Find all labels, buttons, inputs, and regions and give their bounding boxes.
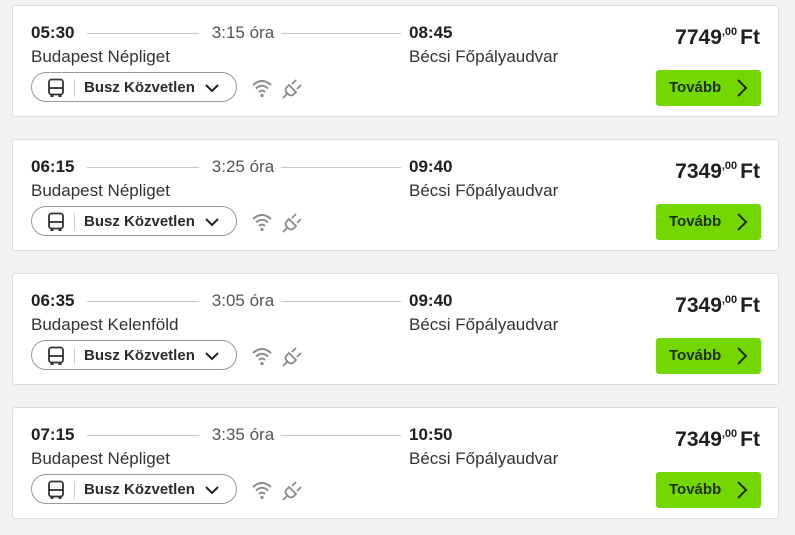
wifi-icon: [252, 482, 272, 500]
timeline-line: [87, 167, 199, 168]
ride-card[interactable]: 05:30 3:15 óra 08:45 Budapest Népliget B…: [12, 5, 779, 117]
transport-label: Busz Közvetlen: [84, 481, 195, 498]
departure-time: 06:15: [31, 157, 75, 176]
next-button[interactable]: Tovább: [656, 472, 761, 508]
price-currency: Ft: [740, 26, 760, 49]
chevron-down-icon: [205, 84, 219, 93]
next-label: Tovább: [669, 481, 722, 498]
divider: [74, 481, 75, 499]
departure-station: Budapest Népliget: [31, 181, 170, 200]
divider: [74, 79, 75, 97]
duration: 3:35 óra: [211, 425, 275, 444]
price: 7349,00 Ft: [675, 160, 760, 184]
divider: [74, 347, 75, 365]
arrival-station: Bécsi Főpályaudvar: [409, 315, 559, 334]
chevron-down-icon: [205, 352, 219, 361]
wifi-icon: [252, 80, 272, 98]
next-button[interactable]: Tovább: [656, 338, 761, 374]
transport-label: Busz Közvetlen: [84, 79, 195, 96]
power-plug-icon: [282, 481, 302, 501]
bus-icon: [48, 346, 64, 365]
transport-label: Busz Közvetlen: [84, 347, 195, 364]
price-main: 7749: [675, 26, 722, 49]
divider: [74, 213, 75, 231]
arrival-time: 09:40: [409, 157, 453, 176]
departure-station: Budapest Népliget: [31, 449, 170, 468]
arrival-time: 09:40: [409, 291, 453, 310]
duration: 3:15 óra: [211, 23, 275, 42]
next-label: Tovább: [669, 79, 722, 96]
power-plug-icon: [282, 79, 302, 99]
chevron-down-icon: [205, 486, 219, 495]
transport-type-dropdown[interactable]: Busz Közvetlen: [31, 72, 237, 102]
departure-station: Budapest Kelenföld: [31, 315, 179, 334]
price-currency: Ft: [740, 294, 760, 317]
price-cents: ,00: [721, 428, 738, 440]
bus-icon: [48, 78, 64, 97]
timeline-line: [87, 33, 199, 34]
bus-icon: [48, 480, 64, 499]
departure-station: Budapest Népliget: [31, 47, 170, 66]
next-label: Tovább: [669, 213, 722, 230]
chevron-right-icon: [737, 481, 748, 499]
wifi-icon: [252, 214, 272, 232]
price-currency: Ft: [740, 160, 760, 183]
chevron-right-icon: [737, 79, 748, 97]
ride-card[interactable]: 06:35 3:05 óra 09:40 Budapest Kelenföld …: [12, 273, 779, 385]
timeline-line: [281, 33, 401, 34]
next-button[interactable]: Tovább: [656, 70, 761, 106]
price-main: 7349: [675, 160, 722, 183]
bus-icon: [48, 212, 64, 231]
price-cents: ,00: [721, 26, 738, 38]
price: 7349,00 Ft: [675, 294, 760, 318]
ride-card[interactable]: 06:15 3:25 óra 09:40 Budapest Népliget B…: [12, 139, 779, 251]
timeline-line: [281, 301, 401, 302]
timeline-line: [281, 435, 401, 436]
transport-type-dropdown[interactable]: Busz Közvetlen: [31, 206, 237, 236]
price-currency: Ft: [740, 428, 760, 451]
price: 7349,00 Ft: [675, 428, 760, 452]
arrival-time: 08:45: [409, 23, 453, 42]
wifi-icon: [252, 348, 272, 366]
price-main: 7349: [675, 428, 722, 451]
chevron-right-icon: [737, 347, 748, 365]
price-cents: ,00: [721, 294, 738, 306]
departure-time: 05:30: [31, 23, 75, 42]
arrival-time: 10:50: [409, 425, 453, 444]
arrival-station: Bécsi Főpályaudvar: [409, 181, 559, 200]
chevron-down-icon: [205, 218, 219, 227]
duration: 3:25 óra: [211, 157, 275, 176]
power-plug-icon: [282, 347, 302, 367]
departure-time: 06:35: [31, 291, 75, 310]
arrival-station: Bécsi Főpályaudvar: [409, 47, 559, 66]
next-button[interactable]: Tovább: [656, 204, 761, 240]
transport-label: Busz Közvetlen: [84, 213, 195, 230]
price: 7749,00 Ft: [675, 26, 760, 50]
timeline-line: [87, 301, 199, 302]
departure-time: 07:15: [31, 425, 75, 444]
timeline-line: [281, 167, 401, 168]
price-main: 7349: [675, 294, 722, 317]
timeline-line: [87, 435, 199, 436]
power-plug-icon: [282, 213, 302, 233]
ride-card[interactable]: 07:15 3:35 óra 10:50 Budapest Népliget B…: [12, 407, 779, 519]
transport-type-dropdown[interactable]: Busz Közvetlen: [31, 340, 237, 370]
next-label: Tovább: [669, 347, 722, 364]
price-cents: ,00: [721, 160, 738, 172]
chevron-right-icon: [737, 213, 748, 231]
transport-type-dropdown[interactable]: Busz Közvetlen: [31, 474, 237, 504]
arrival-station: Bécsi Főpályaudvar: [409, 449, 559, 468]
duration: 3:05 óra: [211, 291, 275, 310]
ride-list: 05:30 3:15 óra 08:45 Budapest Népliget B…: [0, 0, 795, 535]
